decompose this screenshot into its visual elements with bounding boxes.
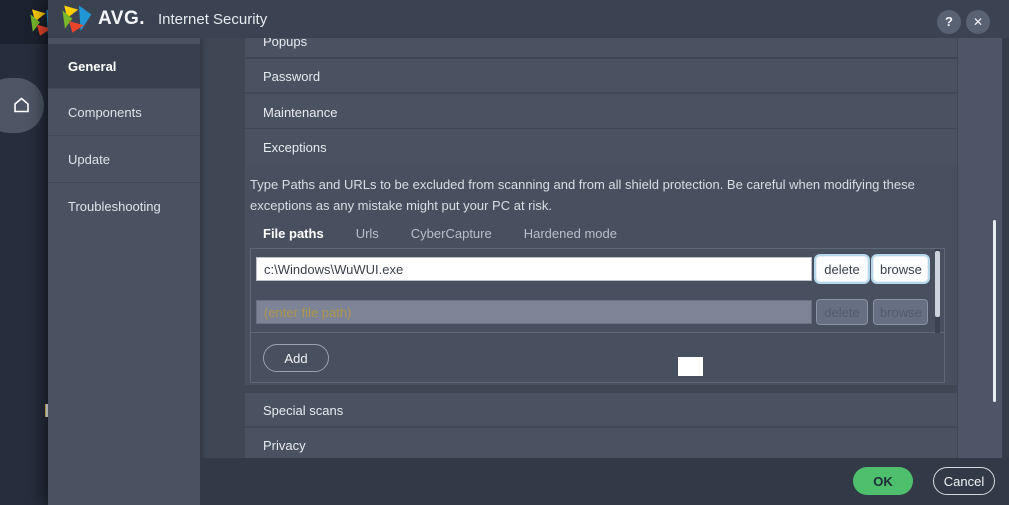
tab-urls[interactable]: Urls [356,226,379,241]
screen: Popups Password Maintenance Exceptions T… [0,0,1009,505]
row-label: Password [263,69,321,84]
dialog-title: Internet Security [158,11,268,28]
dialog-footer: OK Cancel [200,458,1009,505]
row-label: Special scans [263,403,344,418]
dialog-right-edge [1002,38,1009,458]
close-button[interactable]: ✕ [966,10,990,34]
home-button[interactable] [0,78,44,133]
sidebar-item-components[interactable]: Components [48,88,200,135]
tab-hardened-mode[interactable]: Hardened mode [524,226,617,241]
row-label: Exceptions [263,140,327,155]
delete-button-disabled: delete [816,299,868,325]
tab-cybercapture[interactable]: CyberCapture [411,226,492,241]
row-label: Maintenance [263,105,338,120]
exceptions-section: Exceptions Type Paths and URLs to be exc… [245,129,957,385]
sidebar-item-label: Update [68,151,110,167]
settings-row-maintenance[interactable]: Maintenance [245,94,957,128]
list-scrollbar-thumb[interactable] [935,251,940,317]
exceptions-description-line1: Type Paths and URLs to be excluded from … [250,177,915,192]
exceptions-description-line2: exceptions as any mistake might put your… [250,198,553,213]
tab-file-paths[interactable]: File paths [263,226,324,241]
exception-entry-list: delete browse delete browse [251,249,944,333]
settings-row-password[interactable]: Password [245,59,957,92]
sidebar-item-label: Components [68,104,142,120]
exceptions-tabs: File paths Urls CyberCapture Hardened mo… [263,226,617,241]
cancel-button[interactable]: Cancel [933,467,995,495]
help-button[interactable]: ? [937,10,961,34]
home-icon [14,97,29,113]
settings-row-special-scans[interactable]: Special scans [245,393,957,426]
white-artifact-box [678,357,703,376]
ok-button[interactable]: OK [853,467,913,495]
row-label: Privacy [263,438,306,453]
sidebar-item-troubleshooting[interactable]: Troubleshooting [48,182,200,229]
file-paths-panel: delete browse delete browse Add [250,248,945,383]
sidebar-item-label: General [68,58,117,74]
file-path-input[interactable] [256,257,812,281]
browse-button-disabled: browse [873,299,928,325]
sidebar-item-general[interactable]: General [48,44,200,88]
settings-dialog: Popups Password Maintenance Exceptions T… [48,0,1009,505]
settings-sidebar: General Components Update Troubleshootin… [48,38,200,505]
main-scrollbar[interactable] [993,220,996,402]
settings-row-privacy[interactable]: Privacy [245,428,957,461]
dialog-header: AVG. Internet Security ? ✕ [48,0,1009,38]
settings-row-exceptions[interactable]: Exceptions [245,129,957,163]
list-scrollbar-track[interactable] [935,249,940,333]
sidebar-item-label: Troubleshooting [68,198,161,214]
sidebar-item-update[interactable]: Update [48,135,200,182]
browse-button[interactable]: browse [873,256,928,282]
delete-button[interactable]: delete [816,256,868,282]
add-button[interactable]: Add [263,344,329,372]
avg-logo-icon [62,5,92,33]
avg-wordmark: AVG. [98,8,146,29]
new-file-path-input[interactable] [256,300,812,324]
